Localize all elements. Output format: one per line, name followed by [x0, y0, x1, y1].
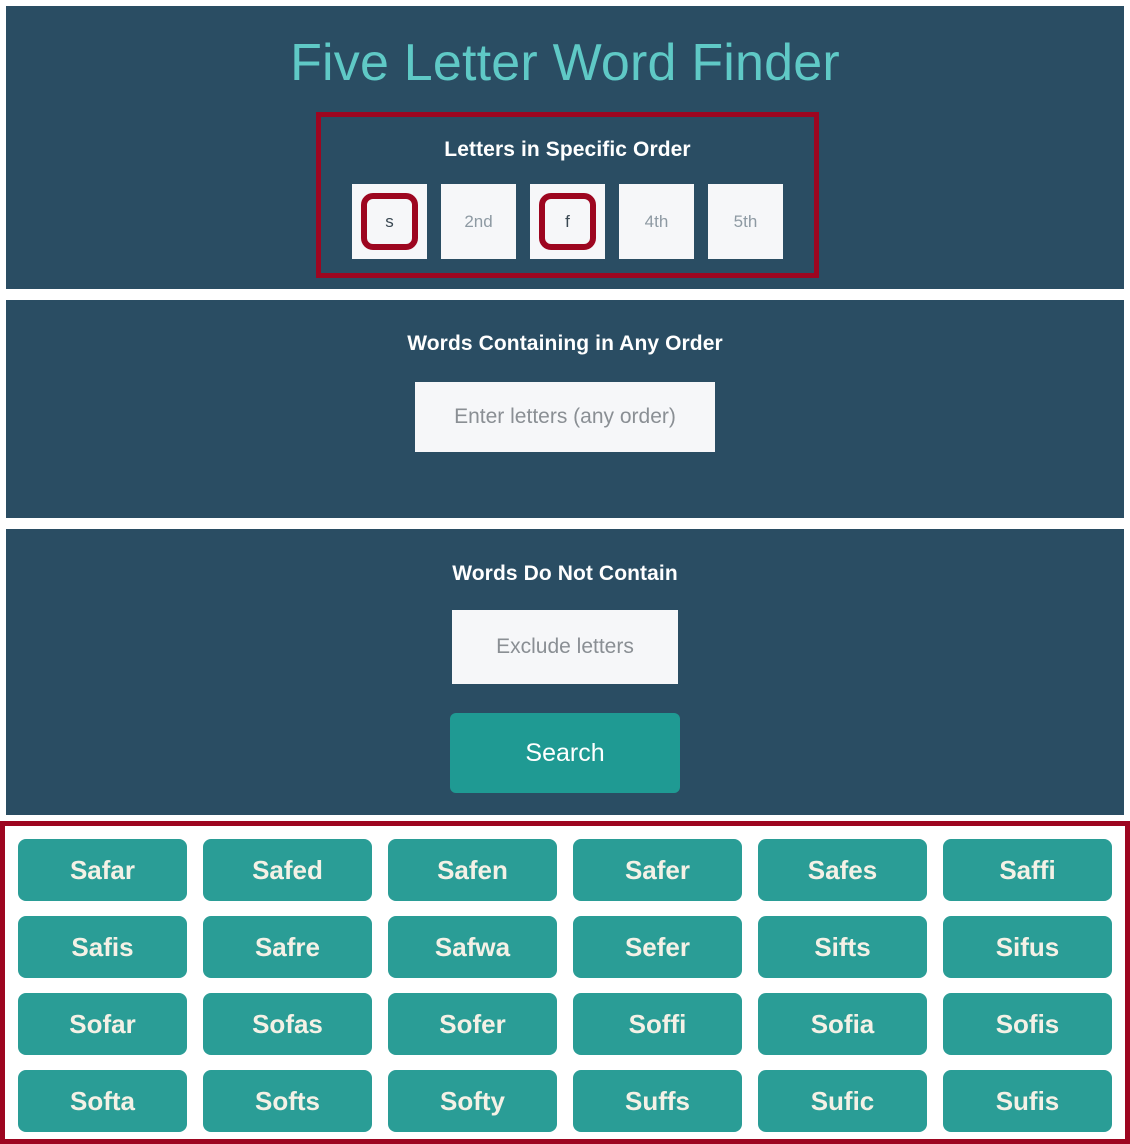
- letter-input-5-value: 5th: [733, 212, 758, 231]
- any-order-panel: Words Containing in Any Order: [6, 300, 1124, 518]
- search-button[interactable]: Search: [450, 713, 680, 793]
- result-word-chip[interactable]: Safed: [203, 839, 372, 901]
- result-word-chip[interactable]: Sefer: [573, 916, 742, 978]
- result-word-chip[interactable]: Softy: [388, 1070, 557, 1132]
- results-grid: Safar Safed Safen Safer Safes Saffi Safis Safre…: [5, 826, 1125, 1144]
- result-word-chip[interactable]: Sofar: [18, 993, 187, 1055]
- exclude-input[interactable]: [452, 610, 678, 684]
- result-word-chip[interactable]: Sifus: [943, 916, 1112, 978]
- letter-input-4[interactable]: 4th: [619, 184, 694, 259]
- result-word-chip[interactable]: Safer: [573, 839, 742, 901]
- result-word-chip[interactable]: Saffi: [943, 839, 1112, 901]
- any-order-input[interactable]: [415, 382, 715, 452]
- result-word-chip[interactable]: Sifts: [758, 916, 927, 978]
- header-panel: Five Letter Word Finder Letters in Speci…: [6, 6, 1124, 289]
- ordered-section-heading: Letters in Specific Order: [444, 138, 691, 161]
- result-word-chip[interactable]: Sofer: [388, 993, 557, 1055]
- letter-input-1[interactable]: s: [352, 184, 427, 259]
- result-word-chip[interactable]: Sofas: [203, 993, 372, 1055]
- letter-input-2[interactable]: 2nd: [441, 184, 516, 259]
- result-word-chip[interactable]: Safes: [758, 839, 927, 901]
- result-word-chip[interactable]: Sufic: [758, 1070, 927, 1132]
- letter-input-3[interactable]: f: [530, 184, 605, 259]
- result-word-chip[interactable]: Safre: [203, 916, 372, 978]
- app-root: Five Letter Word Finder Letters in Speci…: [0, 0, 1130, 1144]
- exclude-heading: Words Do Not Contain: [452, 562, 678, 585]
- result-word-chip[interactable]: Safen: [388, 839, 557, 901]
- result-word-chip[interactable]: Softa: [18, 1070, 187, 1132]
- result-word-chip[interactable]: Sofia: [758, 993, 927, 1055]
- page-title: Five Letter Word Finder: [290, 34, 840, 92]
- exclude-panel: Words Do Not Contain Search: [6, 529, 1124, 815]
- results-annotation: Safar Safed Safen Safer Safes Saffi Safis Safre…: [0, 821, 1130, 1144]
- letter-input-3-value: f: [565, 212, 570, 231]
- result-word-chip[interactable]: Sufis: [943, 1070, 1112, 1132]
- result-word-chip[interactable]: Softs: [203, 1070, 372, 1132]
- result-word-chip[interactable]: Suffs: [573, 1070, 742, 1132]
- result-word-chip[interactable]: Soffi: [573, 993, 742, 1055]
- ordered-letters-annotation: Letters in Specific Order s 2nd f 4th 5th: [316, 112, 819, 278]
- result-word-chip[interactable]: Safwa: [388, 916, 557, 978]
- letter-input-1-value: s: [385, 212, 394, 231]
- result-word-chip[interactable]: Sofis: [943, 993, 1112, 1055]
- ordered-letter-inputs: s 2nd f 4th 5th: [321, 184, 814, 259]
- result-word-chip[interactable]: Safis: [18, 916, 187, 978]
- letter-input-2-value: 2nd: [464, 212, 493, 231]
- letter-input-5[interactable]: 5th: [708, 184, 783, 259]
- result-word-chip[interactable]: Safar: [18, 839, 187, 901]
- any-order-heading: Words Containing in Any Order: [407, 332, 723, 355]
- letter-input-4-value: 4th: [644, 212, 669, 231]
